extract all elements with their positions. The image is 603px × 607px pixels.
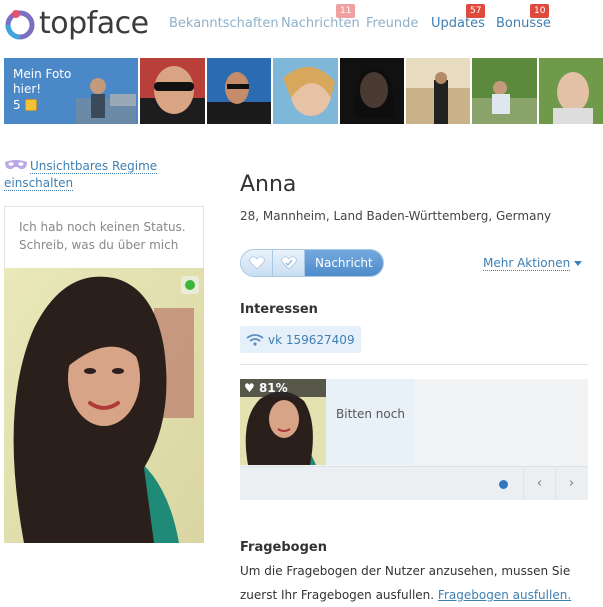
promo-line: hier! <box>13 82 42 96</box>
next-button[interactable]: › <box>555 467 587 500</box>
match-pager: ‹ › <box>240 466 588 500</box>
promo-price: 5 <box>13 98 37 112</box>
section-divider <box>240 364 588 365</box>
profile-photo[interactable] <box>4 268 204 543</box>
more-actions-dropdown[interactable]: Mehr Aktionen <box>483 256 583 271</box>
nav-item-bekanntschaften[interactable]: Bekanntschaften <box>169 16 279 31</box>
nav-item-freunde[interactable]: Freunde <box>366 16 418 31</box>
nav-label: Updates <box>431 16 485 31</box>
nav-label: Bekanntschaften <box>169 16 279 31</box>
status-input[interactable]: Ich hab noch keinen Status. Schreib, was… <box>4 206 204 268</box>
interests-title: Interessen <box>240 302 318 317</box>
match-text: Bitten noch <box>326 379 414 465</box>
heart-check-icon <box>280 256 297 270</box>
sympathy-button[interactable] <box>273 250 305 276</box>
photo-strip: Mein Foto hier! 5 <box>4 58 603 124</box>
strip-photo[interactable] <box>339 58 404 124</box>
nav-item-updates[interactable]: Updates 57 <box>431 4 486 31</box>
interest-chip-label: vk 159627409 <box>268 332 355 347</box>
nav-label: Freunde <box>366 16 419 31</box>
chevron-left-icon: ‹ <box>536 476 543 491</box>
interest-chip[interactable]: vk 159627409 <box>240 326 361 353</box>
promo-my-photo-here[interactable]: Mein Foto hier! 5 <box>4 58 139 124</box>
prev-button[interactable]: ‹ <box>523 467 555 500</box>
profile-actions: Nachricht <box>240 249 384 277</box>
profile-info: 28, Mannheim, Land Baden-Württemberg, Ge… <box>240 209 552 223</box>
updates-badge: 57 <box>466 4 486 18</box>
heart-icon <box>248 256 265 270</box>
strip-photo[interactable] <box>472 58 537 124</box>
brand-name: topface <box>39 6 149 41</box>
profile-name: Anna <box>240 172 297 197</box>
caret-down-icon <box>574 261 583 266</box>
logo[interactable]: topface <box>4 8 149 40</box>
match-percent: ♥ 81% <box>240 379 326 397</box>
strip-photo[interactable] <box>140 58 205 124</box>
like-button[interactable] <box>241 250 273 276</box>
invisible-mode-toggle[interactable]: Unsichtbares Regime einschalten <box>4 158 164 192</box>
strip-photo[interactable] <box>538 58 603 124</box>
invisible-mode-link-2[interactable]: einschalten <box>4 176 74 191</box>
match-percent-value: 81% <box>258 381 288 395</box>
nav-item-nachrichten[interactable]: Nachrichten 11 <box>281 4 360 31</box>
header: topface Bekanntschaften Nachrichten 11 F… <box>0 0 603 52</box>
invisible-mode-link[interactable]: Unsichtbares Regime <box>30 159 158 174</box>
nav-item-bonusse[interactable]: Bonusse 10 <box>496 4 551 31</box>
chevron-right-icon: › <box>568 476 575 491</box>
questionnaire-title: Fragebogen <box>240 540 327 555</box>
fill-questionnaire-link[interactable]: Fragebogen ausfullen. <box>438 588 571 602</box>
nachrichten-badge: 11 <box>336 4 356 18</box>
message-button[interactable]: Nachricht <box>305 250 383 276</box>
heart-icon: ♥ <box>244 381 255 395</box>
coin-icon <box>24 99 37 111</box>
wifi-icon <box>246 333 264 346</box>
nav-label: Nachrichten <box>281 16 360 31</box>
strip-photo[interactable] <box>206 58 272 124</box>
nav-label: Bonusse <box>496 16 551 31</box>
questionnaire-text: Um die Fragebogen der Nutzer anzusehen, … <box>240 559 590 607</box>
strip-photo[interactable] <box>273 58 338 124</box>
pager-dot[interactable] <box>499 480 508 489</box>
more-actions-label: Mehr Aktionen <box>483 256 571 271</box>
topface-logo-icon <box>4 8 36 40</box>
mask-icon <box>4 159 28 171</box>
match-card: ♥ 81% Bitten noch ‹ › <box>240 379 588 500</box>
strip-photo[interactable] <box>405 58 471 124</box>
profile-photo-image <box>4 268 204 543</box>
promo-text: Mein Foto hier! <box>13 67 71 97</box>
promo-price-value: 5 <box>13 98 21 112</box>
promo-user-thumb <box>76 78 136 124</box>
promo-line: Mein Foto <box>13 67 72 81</box>
online-status-icon <box>181 276 199 294</box>
bonusse-badge: 10 <box>530 4 550 18</box>
